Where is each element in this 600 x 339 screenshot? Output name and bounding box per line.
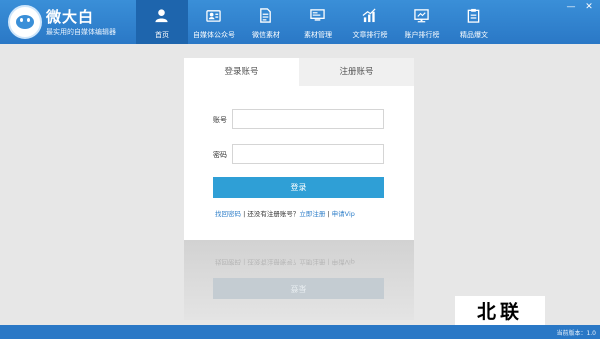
- tab-register[interactable]: 注册账号: [299, 58, 414, 86]
- reflected-forgot-link: 找回密码: [215, 258, 241, 266]
- nav-item-material-manage[interactable]: 素材管理: [292, 0, 344, 44]
- forgot-password-link[interactable]: 找回密码: [215, 210, 241, 218]
- logo-icon: [8, 5, 42, 39]
- screen-icon: [414, 9, 429, 23]
- clipboard-icon: [467, 8, 480, 23]
- login-tabs: 登录账号 注册账号: [184, 58, 414, 86]
- no-account-text: 还没有注册账号？: [247, 210, 300, 218]
- apply-vip-link[interactable]: 申请Vip: [332, 210, 355, 218]
- nav-item-label: 精品爆文: [460, 31, 488, 39]
- reflected-links: 找回密码 | 还没有注册账号？立即注册 | 申请Vip: [215, 258, 355, 266]
- nav-item-media-account[interactable]: 自媒体公众号: [188, 0, 240, 44]
- window-controls: — ✕: [566, 2, 594, 12]
- nav-item-label: 文章排行榜: [352, 31, 388, 39]
- tab-login[interactable]: 登录账号: [184, 58, 299, 86]
- nav-item-article-ranking[interactable]: 文章排行榜: [344, 0, 396, 44]
- panel-reflection: 找回密码 | 还没有注册账号？立即注册 | 申请Vip 登录: [184, 240, 414, 320]
- chart-icon: [362, 8, 376, 23]
- nav-item-label: 首页: [155, 31, 169, 39]
- password-label: 密码: [213, 151, 227, 159]
- login-links: 找回密码 | 还没有注册账号？立即注册 | 申请Vip: [215, 208, 355, 218]
- media-account-icon: [206, 10, 221, 22]
- document-icon: [260, 8, 271, 23]
- reflected-login-button: 登录: [213, 278, 384, 299]
- password-input[interactable]: [232, 144, 384, 164]
- nav-item-label: 账户排行榜: [404, 31, 440, 39]
- login-panel: 登录账号 注册账号 账号 密码 登录 找回密码 | 还没有注册账号？立即注册 |…: [184, 58, 414, 240]
- watermark-badge: 北联: [455, 296, 545, 328]
- nav-item-home[interactable]: 首页: [136, 0, 188, 44]
- app-logo: [8, 5, 42, 39]
- top-bar: 微大白 最实用的自媒体编辑器 首页 自媒体公众号 微信素材 素材管理 文章排行榜…: [0, 0, 600, 44]
- login-button[interactable]: 登录: [213, 177, 384, 198]
- nav-item-label: 微信素材: [252, 31, 280, 39]
- nav-item-hot-articles[interactable]: 精品爆文: [448, 0, 500, 44]
- nav-item-label: 自媒体公众号: [193, 31, 235, 39]
- nav-item-account-ranking[interactable]: 账户排行榜: [396, 0, 448, 44]
- status-bar: 当前版本：1.0: [0, 325, 600, 339]
- app-title: 微大白: [46, 8, 95, 26]
- main-nav: 首页 自媒体公众号 微信素材 素材管理 文章排行榜 账户排行榜 精品爆文: [136, 0, 500, 44]
- nav-item-wechat-material[interactable]: 微信素材: [240, 0, 292, 44]
- account-label: 账号: [213, 116, 227, 124]
- monitor-icon: [310, 9, 325, 21]
- version-text: 当前版本：1.0: [556, 330, 596, 337]
- register-now-link[interactable]: 立即注册: [299, 210, 325, 218]
- user-icon: [155, 9, 168, 23]
- minimize-button[interactable]: —: [566, 2, 576, 12]
- account-input[interactable]: [232, 109, 384, 129]
- nav-item-label: 素材管理: [304, 31, 332, 39]
- app-subtitle: 最实用的自媒体编辑器: [46, 28, 116, 36]
- close-button[interactable]: ✕: [584, 2, 594, 12]
